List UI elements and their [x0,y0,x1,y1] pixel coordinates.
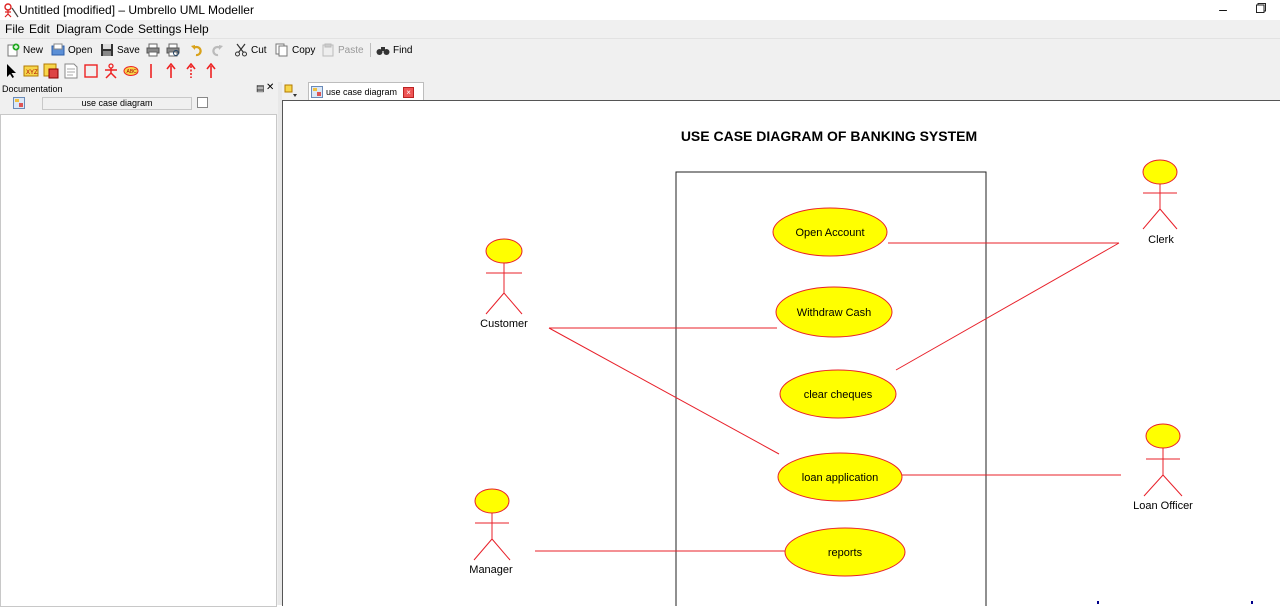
use-case-tool-icon[interactable]: ABC [123,63,139,79]
undo-button[interactable] [190,42,207,58]
close-tab-icon[interactable]: × [403,86,415,98]
association-tool-icon[interactable] [143,63,159,79]
menu-diagram[interactable]: Diagram [56,22,101,36]
find-label: Find [393,44,413,56]
selection-handle[interactable] [1097,601,1099,604]
window-titlebar: Untitled [modified] – Umbrello UML Model… [0,0,1280,20]
association-line[interactable] [548,327,780,455]
binoculars-icon [376,47,390,55]
print-preview-button[interactable] [166,42,183,58]
rectangle-tool-icon[interactable] [83,63,99,79]
use-case-label: loan application [802,472,878,484]
save-button[interactable]: Save [100,42,140,58]
new-document-icon [7,43,20,57]
directional-association-tool-icon[interactable] [203,63,219,79]
umbrello-app-icon [4,3,19,18]
actor-label: Loan Officer [1133,500,1193,512]
cut-label: Cut [251,44,267,56]
float-panel-icon[interactable]: ▤ [256,83,265,94]
actor-tool-icon[interactable] [103,63,119,79]
documentation-title: Documentation [2,84,63,94]
menu-settings[interactable]: Settings [138,22,181,36]
documentation-diagram-row: use case diagram [0,96,278,112]
documentation-text-area[interactable] [0,114,277,607]
save-label: Save [117,44,140,56]
restore-button[interactable] [1256,3,1266,13]
use-case-label: clear cheques [804,389,873,401]
close-panel-icon[interactable]: ✕ [266,82,274,93]
diagram-tab-bar: use case diagram × [282,82,1280,101]
copy-icon [275,43,288,57]
open-folder-icon [51,43,65,56]
new-button[interactable]: New [6,42,43,58]
diagram-canvas[interactable]: USE CASE DIAGRAM OF BANKING SYSTEM Open … [282,100,1280,609]
use-case-loan-application[interactable]: loan application [777,452,903,502]
selection-handle[interactable] [1251,601,1253,604]
association-line[interactable] [895,242,1120,371]
select-arrow-icon[interactable] [4,63,20,79]
undo-icon [191,45,202,57]
dependency-tool-icon[interactable] [163,63,179,79]
window-title: Untitled [modified] – Umbrello UML Model… [19,3,254,17]
redo-button[interactable] [210,42,227,58]
new-label: New [23,44,44,56]
main-toolbar: New Open Save Cut Copy Paste Find [0,38,1280,61]
menu-file[interactable]: File [5,22,24,36]
paste-button[interactable]: Paste [321,42,364,58]
open-label: Open [68,44,93,56]
find-button[interactable]: Find [376,42,412,58]
save-disk-icon [101,44,113,56]
actor-label: Manager [469,564,513,576]
documentation-panel: Documentation ▤ ✕ use case diagram [0,82,278,607]
printer-icon [146,43,160,57]
new-diagram-tab-icon[interactable] [284,84,298,98]
paste-label: Paste [338,44,364,56]
print-preview-icon [166,43,180,57]
print-button[interactable] [146,42,163,58]
toolbar-separator [370,43,371,57]
box-tool-icon[interactable] [43,63,59,79]
svg-text:ABC: ABC [127,69,138,75]
generalization-tool-icon[interactable] [183,63,199,79]
diagram-tools-toolbar: XYZ ABC [0,60,1280,83]
use-case-open-account[interactable]: Open Account [772,207,888,257]
menu-edit[interactable]: Edit [29,22,50,36]
documentation-checkbox[interactable] [197,97,208,108]
menu-bar: File Edit Diagram Code Settings Help [0,20,1280,38]
diagram-title: USE CASE DIAGRAM OF BANKING SYSTEM [681,128,977,144]
menu-help[interactable]: Help [184,22,209,36]
copy-button[interactable]: Copy [275,42,315,58]
use-case-withdraw-cash[interactable]: Withdraw Cash [775,286,893,338]
open-button[interactable]: Open [51,42,92,58]
actor-customer[interactable]: Customer [480,238,528,330]
use-case-label: Open Account [795,227,864,239]
menu-code[interactable]: Code [105,22,134,36]
actor-clerk[interactable]: Clerk [1142,159,1178,246]
use-case-label: Withdraw Cash [797,307,872,319]
actor-label: Customer [480,318,528,330]
scissors-icon [235,43,247,57]
minimize-button[interactable]: – [1216,0,1230,18]
actor-manager[interactable]: Manager [469,488,513,576]
tab-use-case-diagram[interactable]: use case diagram × [308,82,424,101]
redo-icon [212,45,223,57]
use-case-reports[interactable]: reports [784,527,906,577]
copy-label: Copy [292,44,316,56]
use-case-diagram-icon [311,86,323,98]
note-tool-icon[interactable] [63,63,79,79]
documentation-header: Documentation ▤ ✕ [0,82,278,96]
text-line-tool-icon[interactable]: XYZ [23,63,39,79]
diagram-name-field[interactable]: use case diagram [42,97,192,110]
paste-icon [322,43,334,57]
use-case-diagram: USE CASE DIAGRAM OF BANKING SYSTEM Open … [469,128,1253,609]
tab-label: use case diagram [326,87,398,97]
svg-text:XYZ: XYZ [26,70,38,76]
use-case-diagram-icon [13,97,25,109]
actor-label: Clerk [1148,234,1174,246]
use-case-label: reports [828,547,863,559]
use-case-clear-cheques[interactable]: clear cheques [779,369,897,419]
actor-loan-officer[interactable]: Loan Officer [1133,423,1193,512]
cut-button[interactable]: Cut [234,42,267,58]
